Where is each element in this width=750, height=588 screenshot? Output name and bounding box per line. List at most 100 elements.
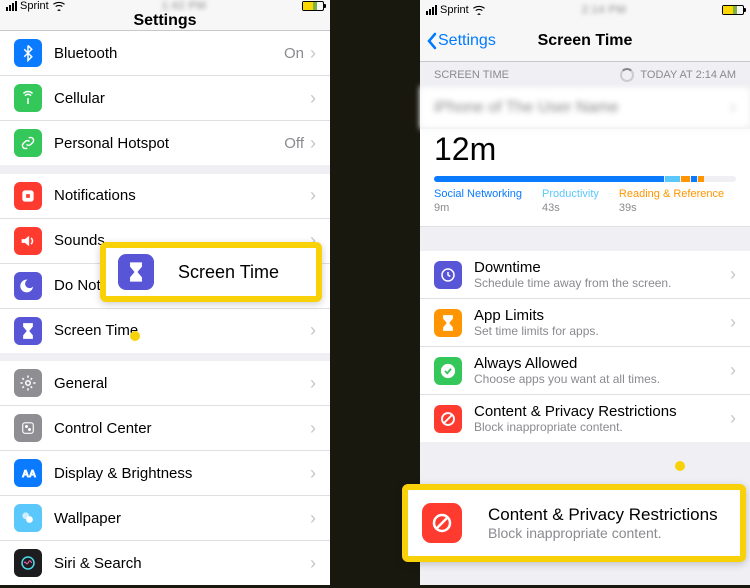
hourglass-icon xyxy=(434,309,462,337)
row-value: Off xyxy=(284,135,304,152)
chevron-right-icon: › xyxy=(310,508,316,529)
row-subtitle: Set time limits for apps. xyxy=(474,324,730,338)
legend-value: 43s xyxy=(542,202,599,214)
hourglass-icon xyxy=(118,254,154,290)
settings-row-always-allowed[interactable]: Always AllowedChoose apps you want at al… xyxy=(420,347,750,395)
bluetooth-icon xyxy=(14,39,42,67)
clock-label: 2:14 PM xyxy=(582,4,626,16)
callout-title: Content & Privacy Restrictions xyxy=(488,505,718,525)
row-label: Personal Hotspot xyxy=(54,135,284,152)
row-title: Content & Privacy Restrictions xyxy=(474,403,730,420)
downtime-icon xyxy=(434,261,462,289)
callout-subtitle: Block inappropriate content. xyxy=(488,525,718,541)
chevron-left-icon xyxy=(426,32,438,50)
chevron-right-icon: › xyxy=(730,360,736,381)
settings-row-bluetooth[interactable]: BluetoothOn › xyxy=(0,31,330,76)
device-name: iPhone of The User Name xyxy=(434,99,619,117)
row-subtitle: Block inappropriate content. xyxy=(474,420,730,434)
chevron-right-icon: › xyxy=(730,408,736,429)
row-label: Screen Time xyxy=(54,322,310,339)
chevron-right-icon: › xyxy=(310,43,316,64)
row-title: Downtime xyxy=(474,259,730,276)
settings-row-screen-time[interactable]: Screen Time› xyxy=(0,309,330,353)
settings-row-personal-hotspot[interactable]: Personal HotspotOff › xyxy=(0,121,330,165)
nav-header: Settings xyxy=(0,12,330,31)
chevron-right-icon: › xyxy=(310,133,316,154)
legend-label: Reading & Reference xyxy=(619,188,724,200)
settings-row-siri-search[interactable]: Siri & Search› xyxy=(0,541,330,585)
page-title: Settings xyxy=(133,12,196,30)
row-label: Notifications xyxy=(54,187,310,204)
signal-icon xyxy=(6,1,17,11)
row-value: On xyxy=(284,45,304,62)
chevron-right-icon: › xyxy=(730,312,736,333)
spinner-icon xyxy=(620,68,634,82)
row-subtitle: Choose apps you want at all times. xyxy=(474,372,730,386)
row-label: Bluetooth xyxy=(54,45,284,62)
row-label: Control Center xyxy=(54,420,310,437)
wifi-icon xyxy=(52,1,66,11)
legend-label: Productivity xyxy=(542,188,599,200)
row-label: Wallpaper xyxy=(54,510,310,527)
usage-legend: Social Networking 9m Productivity 43s Readin… xyxy=(420,188,750,227)
check-icon xyxy=(434,357,462,385)
highlight-dot xyxy=(130,331,140,341)
section-header: SCREEN TIME Today at 2:14 AM xyxy=(420,62,750,86)
back-label: Settings xyxy=(438,32,496,50)
chevron-right-icon: › xyxy=(310,553,316,574)
settings-row-content-privacy-restrictions[interactable]: Content & Privacy RestrictionsBlock inap… xyxy=(420,395,750,442)
settings-row-cellular[interactable]: Cellular› xyxy=(0,76,330,121)
settings-row-notifications[interactable]: Notifications› xyxy=(0,174,330,219)
bell-icon xyxy=(14,182,42,210)
row-title: Always Allowed xyxy=(474,355,730,372)
gear-icon xyxy=(14,369,42,397)
settings-row-app-limits[interactable]: App LimitsSet time limits for apps.› xyxy=(420,299,750,347)
callout-screen-time: Screen Time xyxy=(100,242,322,302)
nosign-icon xyxy=(422,503,462,543)
highlight-dot xyxy=(675,461,685,471)
legend-value: 9m xyxy=(434,202,522,214)
row-label: Cellular xyxy=(54,90,310,107)
link-icon xyxy=(14,129,42,157)
status-bar: Sprint 2:14 PM xyxy=(420,0,750,20)
hourglass-icon xyxy=(14,317,42,345)
svg-text:AA: AA xyxy=(22,469,36,480)
row-label: General xyxy=(54,375,310,392)
callout-label: Screen Time xyxy=(178,262,279,283)
chevron-right-icon: › xyxy=(310,418,316,439)
brightness-icon: AA xyxy=(14,459,42,487)
chevron-right-icon: › xyxy=(310,463,316,484)
updated-label: Today at 2:14 AM xyxy=(640,69,736,81)
carrier-label: Sprint xyxy=(20,0,49,12)
status-bar: Sprint 1:42 PM xyxy=(0,0,330,12)
settings-row-downtime[interactable]: DowntimeSchedule time away from the scre… xyxy=(420,251,750,299)
chevron-right-icon: › xyxy=(730,264,736,285)
callout-content-privacy: Content & Privacy Restrictions Block ina… xyxy=(402,484,746,562)
device-row[interactable]: iPhone of The User Name › xyxy=(420,86,750,129)
chevron-right-icon: › xyxy=(310,88,316,109)
siri-icon xyxy=(14,549,42,577)
row-subtitle: Schedule time away from the screen. xyxy=(474,276,730,290)
chevron-right-icon: › xyxy=(310,320,316,341)
nosign-icon xyxy=(434,405,462,433)
chevron-right-icon: › xyxy=(310,373,316,394)
sliders-icon xyxy=(14,414,42,442)
nav-header: Settings Screen Time xyxy=(420,20,750,62)
battery-icon xyxy=(722,5,744,15)
row-label: Display & Brightness xyxy=(54,465,310,482)
clock-label: 1:42 PM xyxy=(162,0,206,12)
chevron-right-icon: › xyxy=(310,185,316,206)
settings-row-general[interactable]: General› xyxy=(0,361,330,406)
carrier-label: Sprint xyxy=(440,4,469,16)
usage-bar xyxy=(434,176,736,182)
settings-row-wallpaper[interactable]: Wallpaper› xyxy=(0,496,330,541)
back-button[interactable]: Settings xyxy=(426,32,496,50)
settings-row-control-center[interactable]: Control Center› xyxy=(0,406,330,451)
signal-icon xyxy=(426,5,437,15)
settings-row-display-brightness[interactable]: AA Display & Brightness› xyxy=(0,451,330,496)
chevron-right-icon: › xyxy=(730,97,736,118)
legend-value: 39s xyxy=(619,202,724,214)
row-title: App Limits xyxy=(474,307,730,324)
legend-label: Social Networking xyxy=(434,188,522,200)
wallpaper-icon xyxy=(14,504,42,532)
